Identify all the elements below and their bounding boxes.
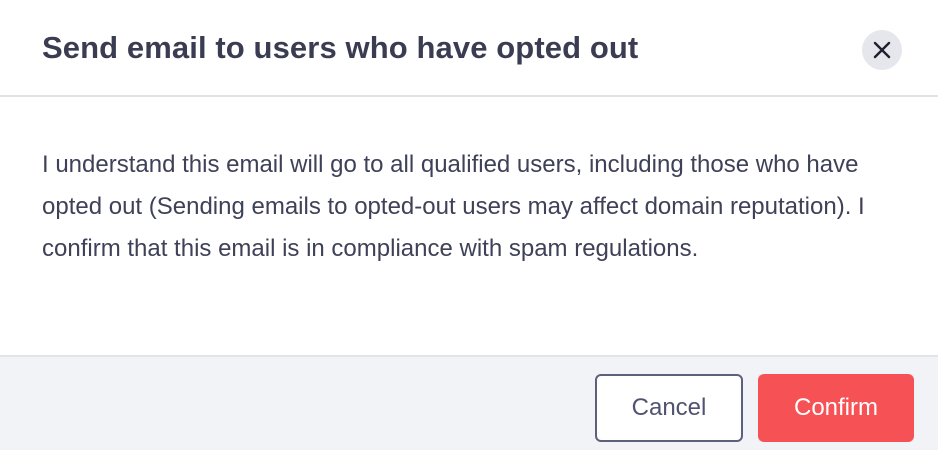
dialog-footer: Cancel Confirm xyxy=(0,355,938,450)
dialog-body: I understand this email will go to all q… xyxy=(0,97,938,355)
dialog-header: Send email to users who have opted out xyxy=(0,0,938,97)
close-button[interactable] xyxy=(862,30,902,70)
dialog-message: I understand this email will go to all q… xyxy=(42,151,865,262)
close-icon xyxy=(873,41,891,59)
dialog-title: Send email to users who have opted out xyxy=(42,30,639,65)
cancel-button[interactable]: Cancel xyxy=(595,374,743,442)
confirm-button[interactable]: Confirm xyxy=(758,374,914,442)
confirm-opted-out-dialog: Send email to users who have opted out I… xyxy=(0,0,938,450)
